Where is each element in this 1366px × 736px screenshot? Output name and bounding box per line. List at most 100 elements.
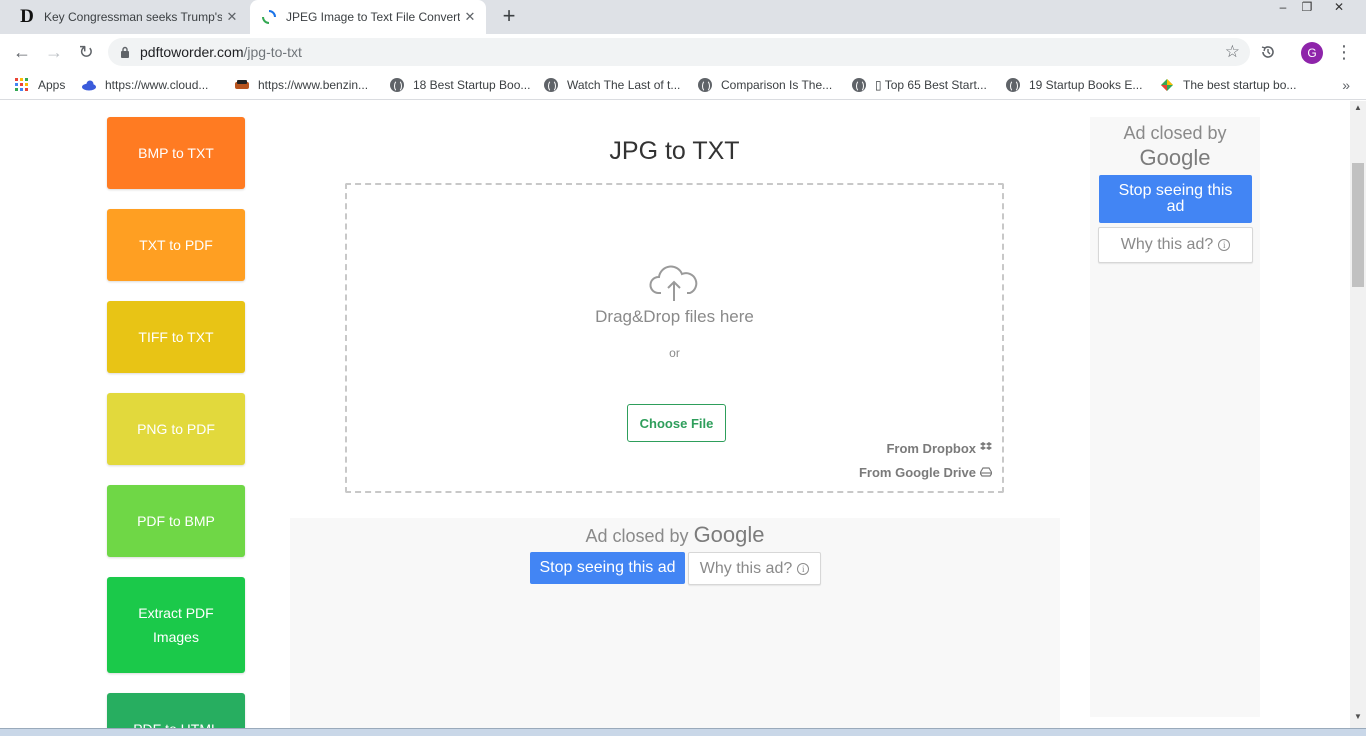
tab-key-congressman[interactable]: D Key Congressman seeks Trump's ✕ <box>8 0 248 34</box>
sidebar-item-label: TXT to PDF <box>139 237 213 253</box>
why-this-ad-label: Why this ad? <box>699 559 793 577</box>
bookmark-cloud[interactable]: https://www.cloud... <box>81 76 208 94</box>
bookmark-label: Comparison Is The... <box>721 78 833 92</box>
tab-title: JPEG Image to Text File Converte <box>286 10 460 24</box>
diamond-icon <box>1159 77 1175 93</box>
ad-closed-bottom: Ad closed by Google Stop seeing this ad … <box>290 518 1060 728</box>
sidebar-item-tiff-to-txt[interactable]: TIFF to TXT <box>107 301 245 373</box>
bookmark-label: The best startup bo... <box>1183 78 1297 92</box>
reload-icon[interactable]: ↻ <box>74 40 98 64</box>
minimize-button[interactable]: – <box>1270 0 1296 18</box>
why-this-ad-button[interactable]: Why this ad? i <box>688 552 821 585</box>
bookmark-apps[interactable]: Apps <box>14 76 65 94</box>
close-icon[interactable]: ✕ <box>460 7 480 27</box>
cloud-upload-icon <box>649 265 698 301</box>
forward-arrow-icon[interactable]: → <box>42 40 66 64</box>
bookmark-label: ▯ Top 65 Best Start... <box>875 78 987 92</box>
bookmark-benzin[interactable]: https://www.benzin... <box>234 76 368 94</box>
new-tab-button[interactable]: + <box>498 5 520 28</box>
page-scrollbar[interactable]: ▲ ▼ <box>1350 101 1366 728</box>
sidebar-item-label: PDF to BMP <box>137 513 215 529</box>
bookmark-startup-books-19[interactable]: 19 Startup Books E... <box>1005 76 1142 94</box>
bookmark-label: Apps <box>38 78 66 92</box>
bookmarks-bar: Apps https://www.cloud... https://www.be… <box>0 70 1366 100</box>
globe-icon <box>1005 77 1021 93</box>
history-icon[interactable] <box>1256 40 1280 64</box>
globe-icon <box>697 77 713 93</box>
sidebar-item-label: PDF to HTML <box>133 717 219 728</box>
sidebar-item-label: Extract PDF Images <box>138 605 214 645</box>
tab-jpeg-converter[interactable]: JPEG Image to Text File Converte ✕ <box>250 0 486 34</box>
ad-closed-label: Ad closed by <box>585 526 689 546</box>
url-host: pdftoworder.com <box>140 44 244 60</box>
restore-button[interactable]: ❐ <box>1294 0 1320 18</box>
tab-title: Key Congressman seeks Trump's <box>44 10 222 24</box>
bookmark-star-icon[interactable]: ☆ <box>1225 42 1240 62</box>
sidebar-item-pdf-to-bmp[interactable]: PDF to BMP <box>107 485 245 557</box>
sidebar-item-label: TIFF to TXT <box>138 329 214 345</box>
loading-icon <box>258 6 280 28</box>
profile-avatar[interactable]: G <box>1301 42 1323 64</box>
or-text: or <box>669 346 680 360</box>
why-this-ad-label: Why this ad? <box>1120 236 1214 253</box>
browser-toolbar: ← → ↻ pdftoworder.com/jpg-to-txt ☆ ⋮ <box>0 34 1366 70</box>
bookmark-label: https://www.cloud... <box>105 78 209 92</box>
google-drive-icon <box>979 466 993 480</box>
bookmark-label: 19 Startup Books E... <box>1029 78 1143 92</box>
bookmark-comparison[interactable]: Comparison Is The... <box>697 76 832 94</box>
bookmark-label: 18 Best Startup Boo... <box>413 78 531 92</box>
close-icon[interactable]: ✕ <box>222 7 242 27</box>
sidebar-item-extract-pdf-images[interactable]: Extract PDF Images <box>107 577 245 673</box>
stop-seeing-ad-button[interactable]: Stop seeing this ad <box>1099 175 1252 223</box>
choose-file-button[interactable]: Choose File <box>627 404 726 442</box>
sidebar-item-txt-to-pdf[interactable]: TXT to PDF <box>107 209 245 281</box>
globe-icon <box>389 77 405 93</box>
bookmark-best-startup[interactable]: The best startup bo... <box>1159 76 1296 94</box>
stop-seeing-ad-button[interactable]: Stop seeing this ad <box>530 552 685 584</box>
car-icon <box>234 77 250 93</box>
google-logo: Google <box>693 522 765 547</box>
os-taskbar <box>0 728 1366 736</box>
url-path: /jpg-to-txt <box>243 44 302 60</box>
bookmark-label: https://www.benzin... <box>258 78 369 92</box>
scroll-down-arrow-icon[interactable]: ▼ <box>1350 712 1366 726</box>
page-title: JPG to TXT <box>609 137 740 165</box>
info-icon: i <box>797 562 810 575</box>
bookmark-label: Watch The Last of t... <box>567 78 681 92</box>
sidebar-item-label: BMP to TXT <box>138 145 214 161</box>
sidebar-item-label: PNG to PDF <box>137 421 215 437</box>
back-arrow-icon[interactable]: ← <box>10 40 34 64</box>
letter-d-icon: D <box>20 6 34 27</box>
scroll-up-arrow-icon[interactable]: ▲ <box>1350 103 1366 117</box>
info-icon: i <box>1218 239 1231 251</box>
lock-icon <box>120 46 130 58</box>
from-dropbox-link[interactable]: From Dropbox <box>886 441 992 456</box>
ad-closed-label: Ad closed by <box>1123 123 1227 143</box>
scrollbar-thumb[interactable] <box>1352 163 1364 287</box>
dropbox-icon <box>980 441 992 456</box>
from-google-drive-link[interactable]: From Google Drive <box>858 465 993 480</box>
cloud-icon <box>81 77 97 93</box>
window-close-button[interactable]: ✕ <box>1326 0 1352 18</box>
address-bar[interactable]: pdftoworder.com/jpg-to-txt ☆ <box>108 38 1250 66</box>
kebab-menu-icon[interactable]: ⋮ <box>1332 40 1356 64</box>
drag-drop-text: Drag&Drop files here <box>595 307 754 326</box>
file-drop-zone[interactable]: Drag&Drop files here or Choose File From… <box>345 183 1004 493</box>
bookmark-startup-books-18[interactable]: 18 Best Startup Boo... <box>389 76 530 94</box>
globe-icon <box>851 77 867 93</box>
globe-icon <box>543 77 559 93</box>
bookmarks-overflow-icon[interactable]: » <box>1342 77 1350 93</box>
sidebar-item-bmp-to-txt[interactable]: BMP to TXT <box>107 117 245 189</box>
google-logo-text: Google <box>1139 145 1211 170</box>
bookmark-last-of-us[interactable]: Watch The Last of t... <box>543 76 680 94</box>
from-dropbox-label: From Dropbox <box>886 441 976 456</box>
bookmark-top-65[interactable]: ▯ Top 65 Best Start... <box>851 76 987 94</box>
google-logo: Google <box>1090 145 1260 171</box>
sidebar-item-pdf-to-html[interactable]: PDF to HTML <box>107 693 245 728</box>
sidebar-item-png-to-pdf[interactable]: PNG to PDF <box>107 393 245 465</box>
ad-closed-text: Ad closed by Google <box>290 522 1060 548</box>
ad-closed-right: Ad closed by Google Stop seeing this ad … <box>1090 117 1260 717</box>
why-this-ad-button[interactable]: Why this ad? i <box>1098 227 1253 263</box>
from-google-drive-label: From Google Drive <box>858 465 976 480</box>
tab-strip: D Key Congressman seeks Trump's ✕ JPEG I… <box>0 0 1366 34</box>
